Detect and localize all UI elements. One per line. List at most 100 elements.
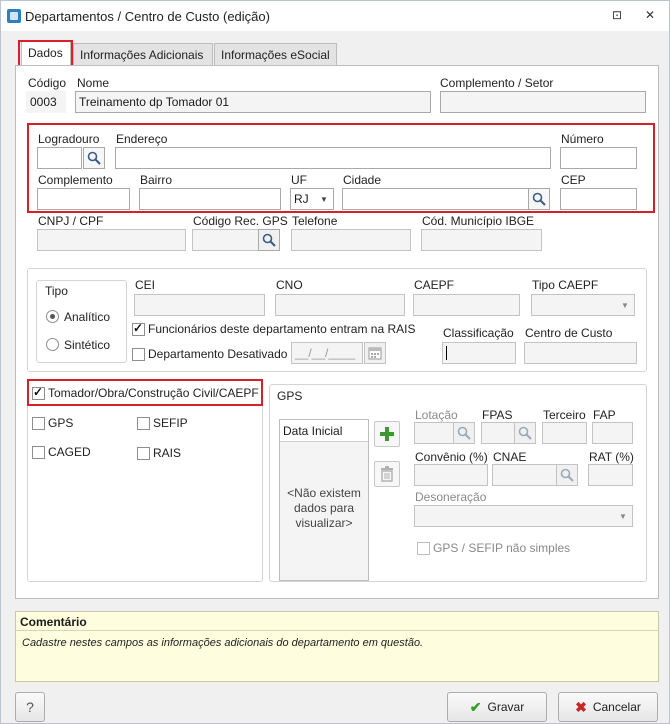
rat-field: [588, 464, 633, 486]
title-bar: Departamentos / Centro de Custo (edição)…: [1, 1, 669, 31]
caepf-label: CAEPF: [414, 278, 455, 292]
fap-label: FAP: [593, 408, 616, 422]
numero-field[interactable]: [560, 147, 637, 169]
help-label: ?: [26, 699, 34, 715]
rais-checkbox[interactable]: [137, 447, 150, 460]
logradouro-label: Logradouro: [38, 132, 100, 146]
centro-custo-label: Centro de Custo: [525, 326, 613, 340]
cnae-field: [492, 464, 557, 486]
sefip-option-label: SEFIP: [153, 416, 188, 430]
help-button[interactable]: ?: [15, 692, 45, 722]
uf-value: RJ: [294, 192, 309, 206]
cnpj-field: [37, 229, 186, 251]
bairro-field[interactable]: [139, 188, 281, 210]
radio-sintetico[interactable]: [46, 338, 59, 351]
convenio-field: [414, 464, 488, 486]
complemento-setor-label: Complemento / Setor: [440, 76, 554, 90]
tab-informacoes-esocial[interactable]: Informações eSocial: [214, 43, 337, 66]
comment-divider: [16, 630, 658, 631]
gps-sefip-label: GPS / SEFIP não simples: [433, 541, 571, 555]
cancel-label: Cancelar: [592, 700, 641, 714]
gps-list[interactable]: Data Inicial <Não existem dados para vis…: [279, 419, 369, 581]
fap-field: [592, 422, 633, 444]
uf-label: UF: [291, 173, 307, 187]
sintetico-label: Sintético: [64, 338, 111, 352]
logradouro-search-icon[interactable]: [83, 147, 105, 169]
codigo-field[interactable]: 0003: [26, 91, 66, 113]
gps-sefip-checkbox[interactable]: [417, 542, 430, 555]
endereco-label: Endereço: [116, 132, 168, 146]
cei-field: [134, 294, 265, 316]
desoneracao-label: Desoneração: [415, 490, 487, 504]
cep-field[interactable]: [560, 188, 637, 210]
comment-text: Cadastre nestes campos as informações ad…: [22, 637, 424, 649]
caepf-field: [413, 294, 520, 316]
cno-label: CNO: [276, 278, 303, 292]
nome-label: Nome: [77, 76, 110, 90]
cnae-label: CNAE: [493, 450, 527, 464]
radio-analitico[interactable]: [46, 310, 59, 323]
lotacao-search-icon[interactable]: [453, 422, 475, 444]
cidade-label: Cidade: [343, 173, 382, 187]
codigo-rec-gps-field: [192, 229, 259, 251]
checkmark-icon: ✔: [469, 698, 482, 715]
rat-label: RAT (%): [589, 450, 634, 464]
cancel-x-icon: ✖: [575, 698, 587, 715]
endereco-field[interactable]: [115, 147, 551, 169]
save-label: Gravar: [487, 700, 525, 714]
cep-label: CEP: [561, 173, 586, 187]
tab-informacoes-adicionais[interactable]: Informações Adicionais: [73, 43, 213, 66]
nome-field[interactable]: Treinamento dp Tomador 01: [75, 91, 431, 113]
funcionarios-rais-checkbox[interactable]: [132, 321, 145, 336]
gps-legend: GPS: [277, 389, 303, 403]
add-icon[interactable]: [374, 421, 400, 447]
fpas-label: FPAS: [482, 408, 513, 422]
codigo-label: Código: [28, 76, 67, 90]
classificacao-field[interactable]: [442, 342, 516, 364]
bairro-label: Bairro: [140, 173, 173, 187]
restore-icon[interactable]: ⊡: [609, 8, 625, 22]
data-inicial-header: Data Inicial: [280, 420, 368, 442]
desoneracao-select: [414, 505, 633, 527]
delete-icon[interactable]: [374, 461, 400, 487]
uf-chevron-down-icon[interactable]: ▼: [316, 189, 332, 209]
lotacao-field: [414, 422, 454, 444]
comment-panel: Comentário Cadastre nestes campos as inf…: [15, 611, 659, 682]
cancel-button[interactable]: ✖ Cancelar: [558, 692, 658, 722]
gps-checkbox[interactable]: [32, 417, 45, 430]
codigo-rec-gps-search-icon[interactable]: [258, 229, 280, 251]
tipo-caepf-chevron-down-icon[interactable]: ▼: [617, 295, 633, 315]
cnpj-label: CNPJ / CPF: [38, 214, 104, 228]
classificacao-label: Classificação: [443, 326, 514, 340]
cidade-search-icon[interactable]: [528, 188, 550, 210]
codigo-rec-gps-label: Código Rec. GPS: [193, 214, 288, 228]
analitico-label: Analítico: [64, 310, 111, 324]
complemento-field[interactable]: [37, 188, 130, 210]
tomador-label: Tomador/Obra/Construção Civil/CAEPF: [48, 386, 259, 400]
cidade-field[interactable]: [342, 188, 529, 210]
text-cursor: [446, 346, 447, 360]
calendar-icon[interactable]: [364, 342, 386, 364]
complemento-setor-field[interactable]: [440, 91, 646, 113]
tipo-legend: Tipo: [45, 284, 68, 298]
caged-option-label: CAGED: [48, 445, 91, 459]
lotacao-label: Lotação: [415, 408, 458, 422]
sefip-checkbox[interactable]: [137, 417, 150, 430]
cno-field: [275, 294, 405, 316]
tomador-checkbox[interactable]: [32, 385, 45, 400]
desoneracao-chevron-down-icon[interactable]: ▼: [615, 506, 631, 526]
rais-option-label: RAIS: [153, 446, 182, 460]
close-icon[interactable]: ✕: [642, 8, 658, 22]
caged-checkbox[interactable]: [32, 446, 45, 459]
cnae-search-icon[interactable]: [556, 464, 578, 486]
funcionarios-rais-label: Funcionários deste departamento entram n…: [148, 322, 416, 336]
desativado-checkbox[interactable]: [132, 348, 145, 361]
telefone-field: [291, 229, 411, 251]
convenio-label: Convênio (%): [415, 450, 488, 464]
save-button[interactable]: ✔ Gravar: [447, 692, 547, 722]
highlight-tab-dados: [18, 40, 73, 67]
window-title: Departamentos / Centro de Custo (edição): [25, 9, 270, 24]
cod-municipio-label: Cód. Município IBGE: [422, 214, 535, 228]
fpas-search-icon[interactable]: [514, 422, 536, 444]
logradouro-field[interactable]: [37, 147, 82, 169]
